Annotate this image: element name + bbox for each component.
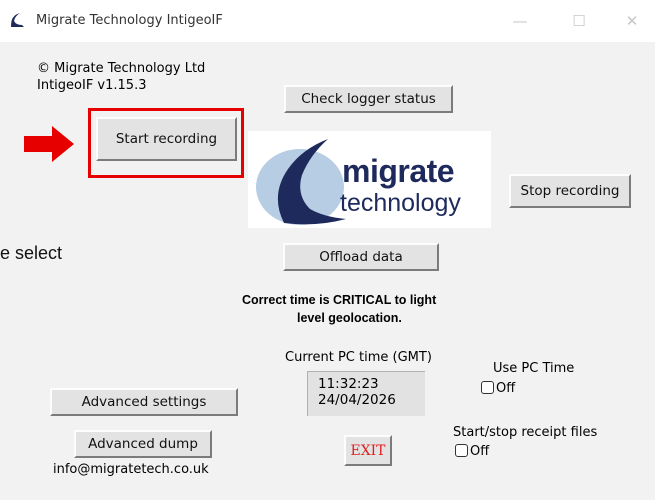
receipt-files-toggle[interactable]: Off [455,444,489,459]
migrate-technology-logo: migrate technology [248,131,491,228]
notice-line-1: Correct time is CRITICAL to light [242,293,437,307]
advanced-dump-button[interactable]: Advanced dump [74,430,212,458]
stop-recording-button[interactable]: Stop recording [509,174,631,208]
notice-line-2: level geolocation. [297,311,402,325]
receipt-files-label: Start/stop receipt files [453,425,598,440]
overlay-text-fragment: e select [0,243,63,263]
logo-word-migrate: migrate [342,153,455,189]
use-pc-time-label: Use PC Time [493,361,575,376]
close-button[interactable]: ✕ [609,8,655,34]
receipt-files-value: Off [470,444,490,459]
red-arrow-icon [24,126,74,162]
version-label: IntigeoIF v1.15.3 [37,78,147,93]
maximize-button[interactable]: ☐ [556,8,602,34]
title-bar: Migrate Technology IntigeoIF — ☐ ✕ [0,0,655,42]
current-time-display: 11:32:23 24/04/2026 [307,371,425,416]
offload-data-button[interactable]: Offload data [283,243,439,271]
minimize-button[interactable]: — [497,8,543,34]
advanced-settings-button[interactable]: Advanced settings [50,388,238,416]
logo-bird-icon [256,139,346,225]
current-time-date: 24/04/2026 [318,392,396,408]
exit-button[interactable]: EXIT [344,435,392,466]
current-time-clock: 11:32:23 [318,376,379,392]
copyright-label: © Migrate Technology Ltd [37,61,206,76]
app-bird-icon [11,13,24,27]
current-pc-time-label: Current PC time (GMT) [285,350,432,365]
contact-email: info@migratetech.co.uk [53,462,209,477]
receipt-files-checkbox[interactable] [455,444,468,457]
start-recording-button[interactable]: Start recording [96,117,237,161]
window-title: Migrate Technology IntigeoIF [36,13,223,28]
use-pc-time-value: Off [496,381,516,396]
use-pc-time-checkbox[interactable] [481,381,494,394]
logo-word-technology: technology [340,189,461,217]
check-logger-status-button[interactable]: Check logger status [284,85,453,113]
use-pc-time-toggle[interactable]: Off [481,381,515,396]
